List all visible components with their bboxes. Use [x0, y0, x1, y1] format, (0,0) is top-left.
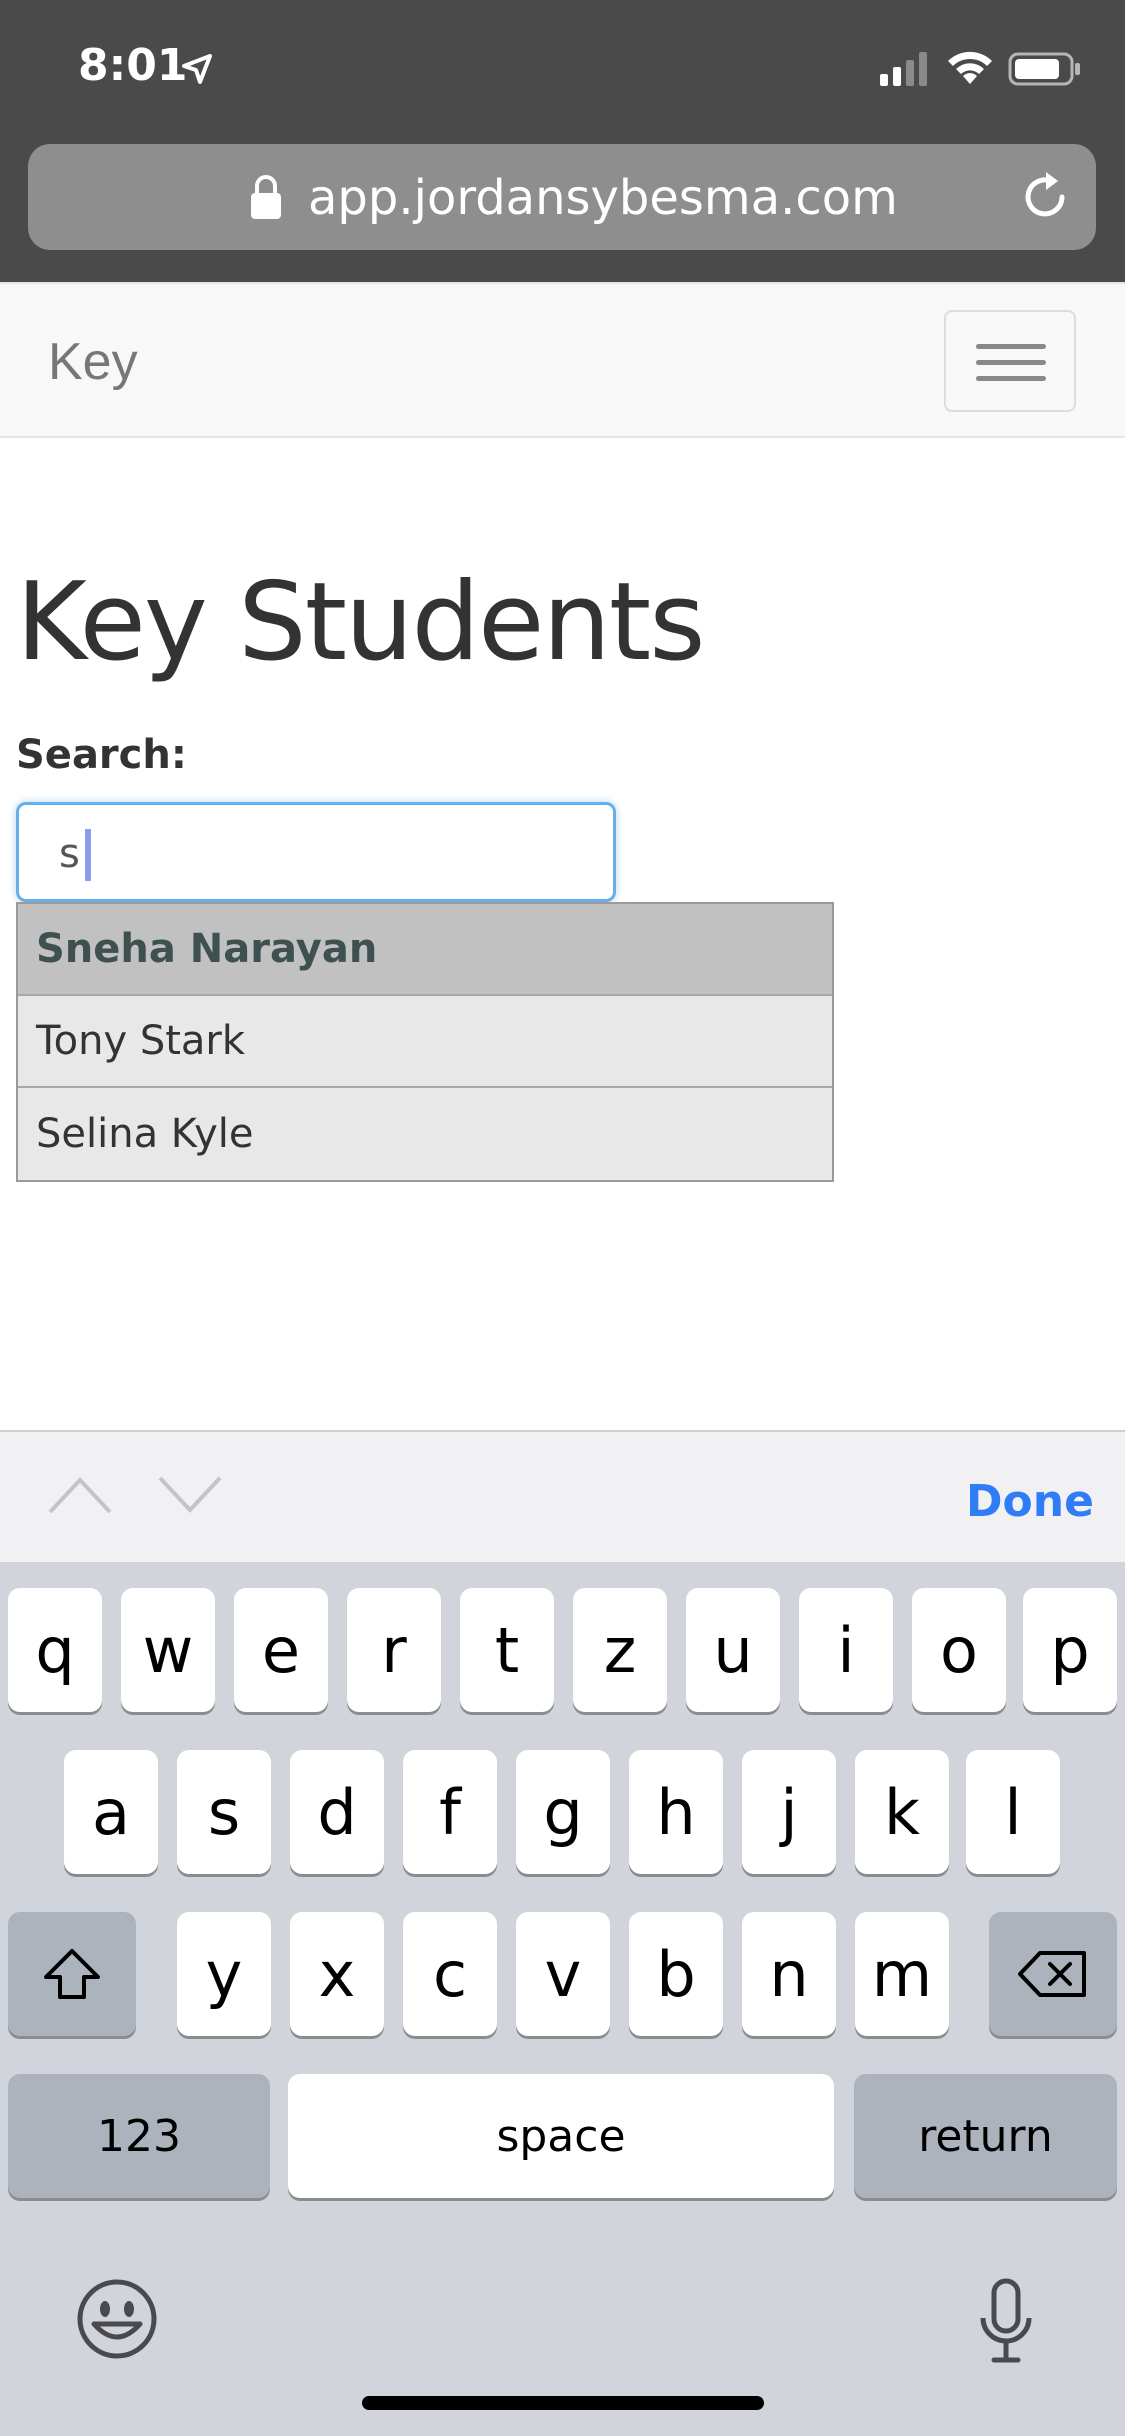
key-k[interactable]: k	[855, 1750, 949, 1874]
hamburger-menu-button[interactable]	[944, 310, 1076, 412]
key-v[interactable]: v	[516, 1912, 610, 2036]
chevron-down-icon[interactable]	[156, 1472, 224, 1518]
microphone-icon[interactable]	[978, 2278, 1034, 2364]
cellular-signal-icon	[880, 52, 927, 86]
key-l[interactable]: l	[966, 1750, 1060, 1874]
autocomplete-item[interactable]: Selina Kyle	[18, 1088, 832, 1180]
key-g[interactable]: g	[516, 1750, 610, 1874]
shift-icon	[44, 1949, 100, 1999]
key-b[interactable]: b	[629, 1912, 723, 2036]
key-i[interactable]: i	[799, 1588, 893, 1712]
chevron-up-icon[interactable]	[46, 1472, 114, 1518]
space-key[interactable]: space	[288, 2074, 834, 2198]
search-label: Search:	[16, 732, 187, 778]
search-input[interactable]: s	[16, 802, 616, 902]
key-p[interactable]: p	[1023, 1588, 1117, 1712]
done-button[interactable]: Done	[966, 1476, 1094, 1527]
key-f[interactable]: f	[403, 1750, 497, 1874]
key-z[interactable]: z	[573, 1588, 667, 1712]
key-x[interactable]: x	[290, 1912, 384, 2036]
url-text[interactable]: app.jordansybesma.com	[308, 170, 898, 226]
navbar: Key	[0, 282, 1125, 438]
key-r[interactable]: r	[347, 1588, 441, 1712]
home-indicator[interactable]	[362, 2396, 764, 2410]
search-input-value: s	[59, 831, 80, 877]
hamburger-icon	[976, 376, 1046, 381]
autocomplete-item[interactable]: Tony Stark	[18, 996, 832, 1088]
key-s[interactable]: s	[177, 1750, 271, 1874]
key-j[interactable]: j	[742, 1750, 836, 1874]
backspace-key[interactable]	[989, 1912, 1117, 2036]
key-n[interactable]: n	[742, 1912, 836, 2036]
status-time: 8:01	[78, 40, 188, 91]
location-arrow-icon	[182, 54, 212, 84]
key-w[interactable]: w	[121, 1588, 215, 1712]
autocomplete-item[interactable]: Sneha Narayan	[18, 904, 832, 996]
key-u[interactable]: u	[686, 1588, 780, 1712]
shift-key[interactable]	[8, 1912, 136, 2036]
numbers-key[interactable]: 123	[8, 2074, 270, 2198]
page-title: Key Students	[16, 560, 706, 685]
backspace-icon	[1018, 1951, 1086, 1997]
return-key[interactable]: return	[854, 2074, 1117, 2198]
key-m[interactable]: m	[855, 1912, 949, 2036]
autocomplete-list: Sneha Narayan Tony Stark Selina Kyle	[16, 902, 834, 1182]
key-o[interactable]: o	[912, 1588, 1006, 1712]
key-h[interactable]: h	[629, 1750, 723, 1874]
key-e[interactable]: e	[234, 1588, 328, 1712]
emoji-icon[interactable]	[76, 2278, 158, 2360]
hamburger-icon	[976, 360, 1046, 365]
key-c[interactable]: c	[403, 1912, 497, 2036]
battery-icon	[1008, 52, 1080, 86]
key-d[interactable]: d	[290, 1750, 384, 1874]
text-caret	[85, 829, 91, 881]
keyboard: q w e r t z u i o p a s d f g h j k l y …	[0, 1562, 1125, 2436]
navbar-brand[interactable]: Key	[48, 332, 138, 392]
reload-icon[interactable]	[1018, 170, 1072, 224]
hamburger-icon	[976, 344, 1046, 349]
browser-chrome: 8:01 app.jordansybesma.com	[0, 0, 1125, 282]
wifi-icon	[948, 51, 992, 84]
key-a[interactable]: a	[64, 1750, 158, 1874]
key-t[interactable]: t	[460, 1588, 554, 1712]
lock-icon	[251, 175, 281, 219]
key-y[interactable]: y	[177, 1912, 271, 2036]
key-q[interactable]: q	[8, 1588, 102, 1712]
keyboard-accessory-bar: Done	[0, 1430, 1125, 1562]
